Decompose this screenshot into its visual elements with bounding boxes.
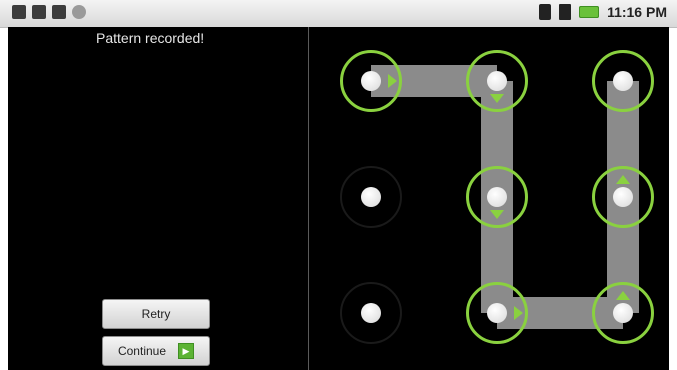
unlock-pattern-screen: Pattern recorded! Retry Continue ▶: [8, 27, 669, 370]
pattern-dot-3[interactable]: [592, 50, 654, 112]
clock: 11:16 PM: [607, 4, 667, 20]
arrow-down-icon: [490, 210, 504, 219]
sd-card-icon: [32, 5, 46, 19]
status-bar-right-icons: 11:16 PM: [539, 4, 667, 20]
pattern-controls-pane: Pattern recorded! Retry Continue ▶: [8, 27, 308, 370]
pattern-dot-7[interactable]: [340, 282, 402, 344]
status-bar-left-icons: [12, 5, 86, 19]
pattern-dot-5[interactable]: [466, 166, 528, 228]
arrow-right-icon: [514, 306, 523, 320]
pattern-dot-6[interactable]: [592, 166, 654, 228]
dot-center: [361, 303, 381, 323]
dot-center: [487, 71, 507, 91]
retry-button-label: Retry: [141, 307, 171, 321]
dot-center: [361, 187, 381, 207]
pattern-dot-1[interactable]: [340, 50, 402, 112]
dot-center: [613, 187, 633, 207]
debug-icon: [52, 5, 66, 19]
battery-icon: [579, 6, 600, 18]
dot-center: [487, 187, 507, 207]
pattern-dot-4[interactable]: [340, 166, 402, 228]
bluetooth-icon: [539, 4, 552, 20]
pattern-status-text: Pattern recorded!: [96, 30, 205, 46]
arrow-right-icon: [388, 74, 397, 88]
pattern-grid[interactable]: [309, 27, 669, 370]
dot-center: [487, 303, 507, 323]
pattern-dot-2[interactable]: [466, 50, 528, 112]
arrow-down-icon: [490, 94, 504, 103]
signal-icon: [559, 4, 572, 20]
retry-button[interactable]: Retry: [102, 299, 210, 329]
arrow-right-icon: ▶: [178, 343, 195, 359]
dot-center: [361, 71, 381, 91]
status-bar: 11:16 PM: [0, 0, 677, 28]
arrow-up-icon: [616, 175, 630, 184]
usb-icon: [12, 5, 26, 19]
continue-button[interactable]: Continue ▶: [102, 336, 210, 366]
continue-button-label: Continue: [117, 344, 167, 358]
arrow-up-icon: [616, 291, 630, 300]
dot-center: [613, 303, 633, 323]
pattern-dot-9[interactable]: [592, 282, 654, 344]
pattern-dot-8[interactable]: [466, 282, 528, 344]
dot-center: [613, 71, 633, 91]
record-icon: [72, 5, 86, 19]
